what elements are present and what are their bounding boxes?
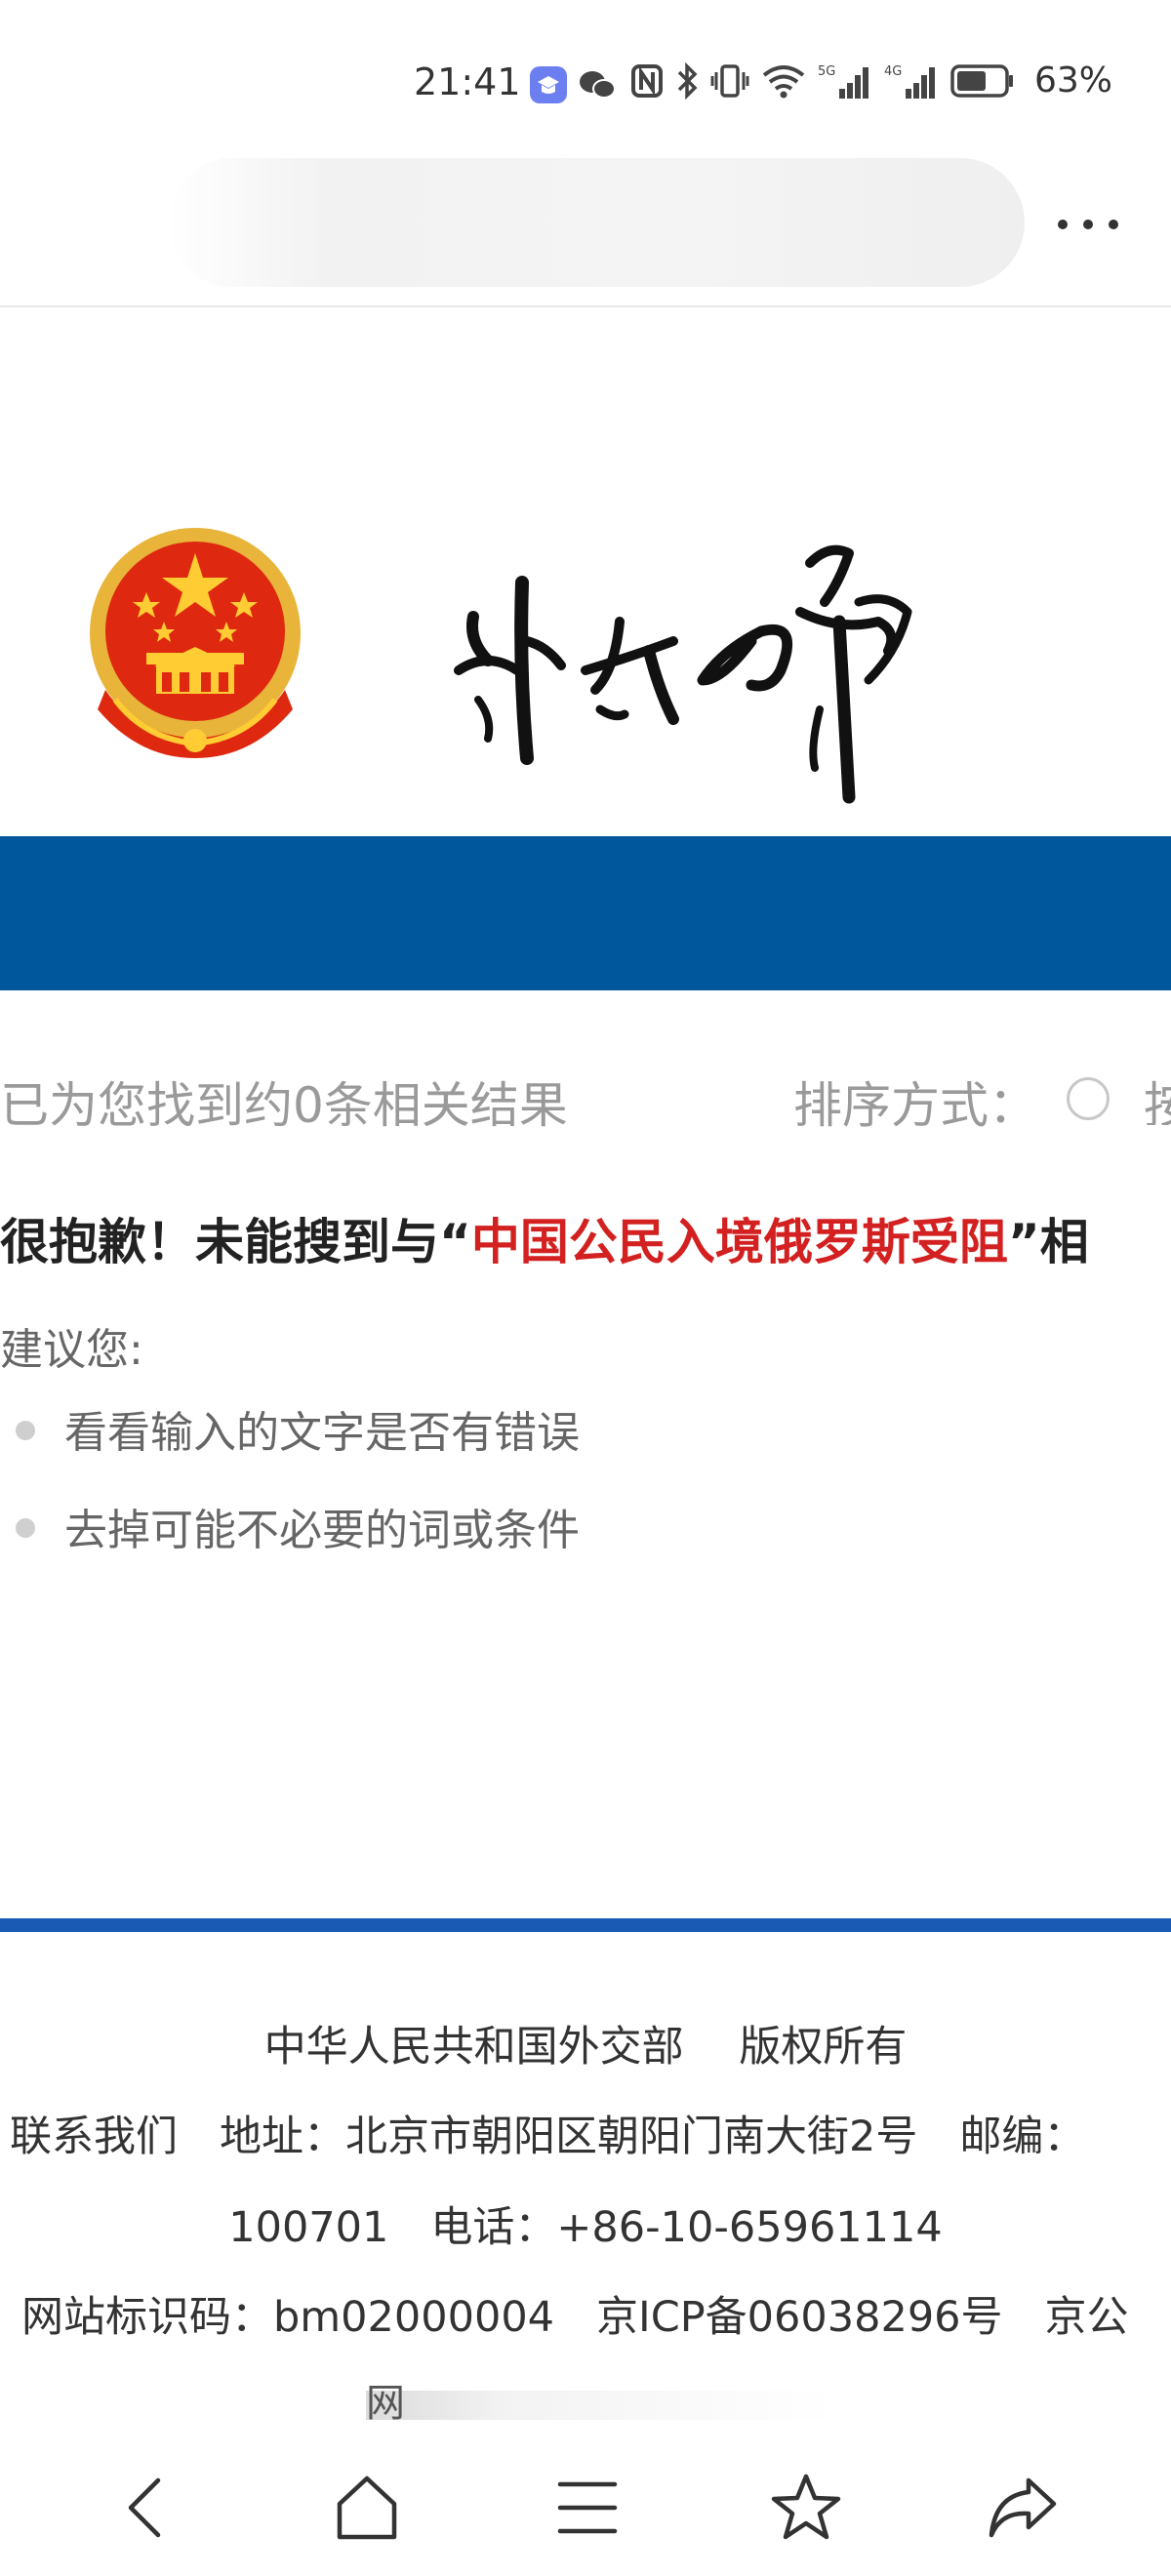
share-button[interactable] xyxy=(974,2459,1071,2556)
sort-radio[interactable] xyxy=(1067,1077,1110,1120)
suggestion-text: 去掉可能不必要的词或条件 xyxy=(64,1506,580,1555)
footer-contact[interactable]: 联系我们 地址：北京市朝阳区朝阳门南大街2号 邮编： xyxy=(0,2103,1171,2163)
suggest-list: 看看输入的文字是否有错误 去掉可能不必要的词或条件 xyxy=(0,1397,580,1592)
bullet-icon xyxy=(16,1421,35,1440)
bullet-icon xyxy=(16,1518,35,1538)
signal-4g-label: 4G xyxy=(884,64,902,79)
footer-copyright: 中华人民共和国外交部 版权所有 xyxy=(263,2023,908,2072)
page: 21:41 5G 4G 63% 已为您找到约0条相关结果 排序方式： 按 很抱歉… xyxy=(0,0,1171,2576)
status-time: 21:41 xyxy=(414,60,521,103)
waijiaobu-calligraphy-icon[interactable] xyxy=(429,524,1015,817)
suggest-title: 建议您: xyxy=(0,1325,143,1375)
footer-partial: 网 xyxy=(366,2381,405,2426)
wechat-icon xyxy=(580,71,616,99)
search-query: 中国公民入境俄罗斯受阻 xyxy=(470,1214,1008,1270)
signal-5g-icon: 5G xyxy=(818,64,868,99)
more-dots-icon[interactable] xyxy=(1049,195,1127,254)
national-emblem-icon[interactable] xyxy=(86,524,305,763)
no-results-prefix: 很抱歉！未能搜到与“ xyxy=(0,1214,471,1270)
footer-phone: 100701 电话：+86-10-65961114 xyxy=(228,2203,943,2252)
back-icon xyxy=(128,2477,161,2538)
share-icon xyxy=(989,2477,1057,2538)
menu-button[interactable] xyxy=(539,2459,636,2556)
status-indicators: 5G 4G 63% xyxy=(630,60,1112,101)
suggestion-text: 看看输入的文字是否有错误 xyxy=(64,1408,580,1458)
wifi-icon xyxy=(762,64,805,98)
status-bar: 21:41 5G 4G 63% xyxy=(0,0,1171,146)
home-button[interactable] xyxy=(318,2459,416,2556)
footer-rule xyxy=(0,1918,1171,1932)
bluetooth-icon xyxy=(677,61,698,100)
home-icon xyxy=(337,2475,397,2540)
results-summary: 已为您找到约0条相关结果 xyxy=(0,1077,568,1134)
sort-label: 排序方式： xyxy=(793,1077,1037,1134)
browser-toolbar xyxy=(0,146,1171,307)
footer-icp[interactable]: 网站标识码：bm02000004 京ICP备06038296号 京公 xyxy=(0,2283,1171,2344)
bookmark-star-icon xyxy=(771,2474,841,2540)
battery-icon xyxy=(950,63,1013,98)
address-bar[interactable] xyxy=(168,158,1025,287)
back-button[interactable] xyxy=(100,2459,197,2556)
header-band xyxy=(0,836,1171,990)
list-item: 去掉可能不必要的词或条件 xyxy=(0,1495,580,1592)
site-header xyxy=(0,309,1171,836)
bookmark-button[interactable] xyxy=(757,2459,855,2556)
study-app-icon xyxy=(530,66,567,103)
list-item: 看看输入的文字是否有错误 xyxy=(0,1397,580,1495)
menu-icon xyxy=(557,2481,618,2534)
no-results-suffix: ”相 xyxy=(1007,1214,1089,1270)
bottom-navigation xyxy=(0,2449,1171,2576)
no-results-message: 很抱歉！未能搜到与“中国公民入境俄罗斯受阻”相 xyxy=(0,1203,1171,1271)
footer: 中华人民共和国外交部 版权所有 联系我们 地址：北京市朝阳区朝阳门南大街2号 邮… xyxy=(0,1932,1171,2391)
battery-percent: 63% xyxy=(1033,60,1112,101)
nfc-icon xyxy=(630,63,663,98)
signal-4g-icon: 4G xyxy=(884,64,935,99)
vibrate-icon xyxy=(710,63,749,98)
sort-option-partial[interactable]: 按 xyxy=(1144,1067,1171,1125)
signal-5g-label: 5G xyxy=(818,64,835,79)
